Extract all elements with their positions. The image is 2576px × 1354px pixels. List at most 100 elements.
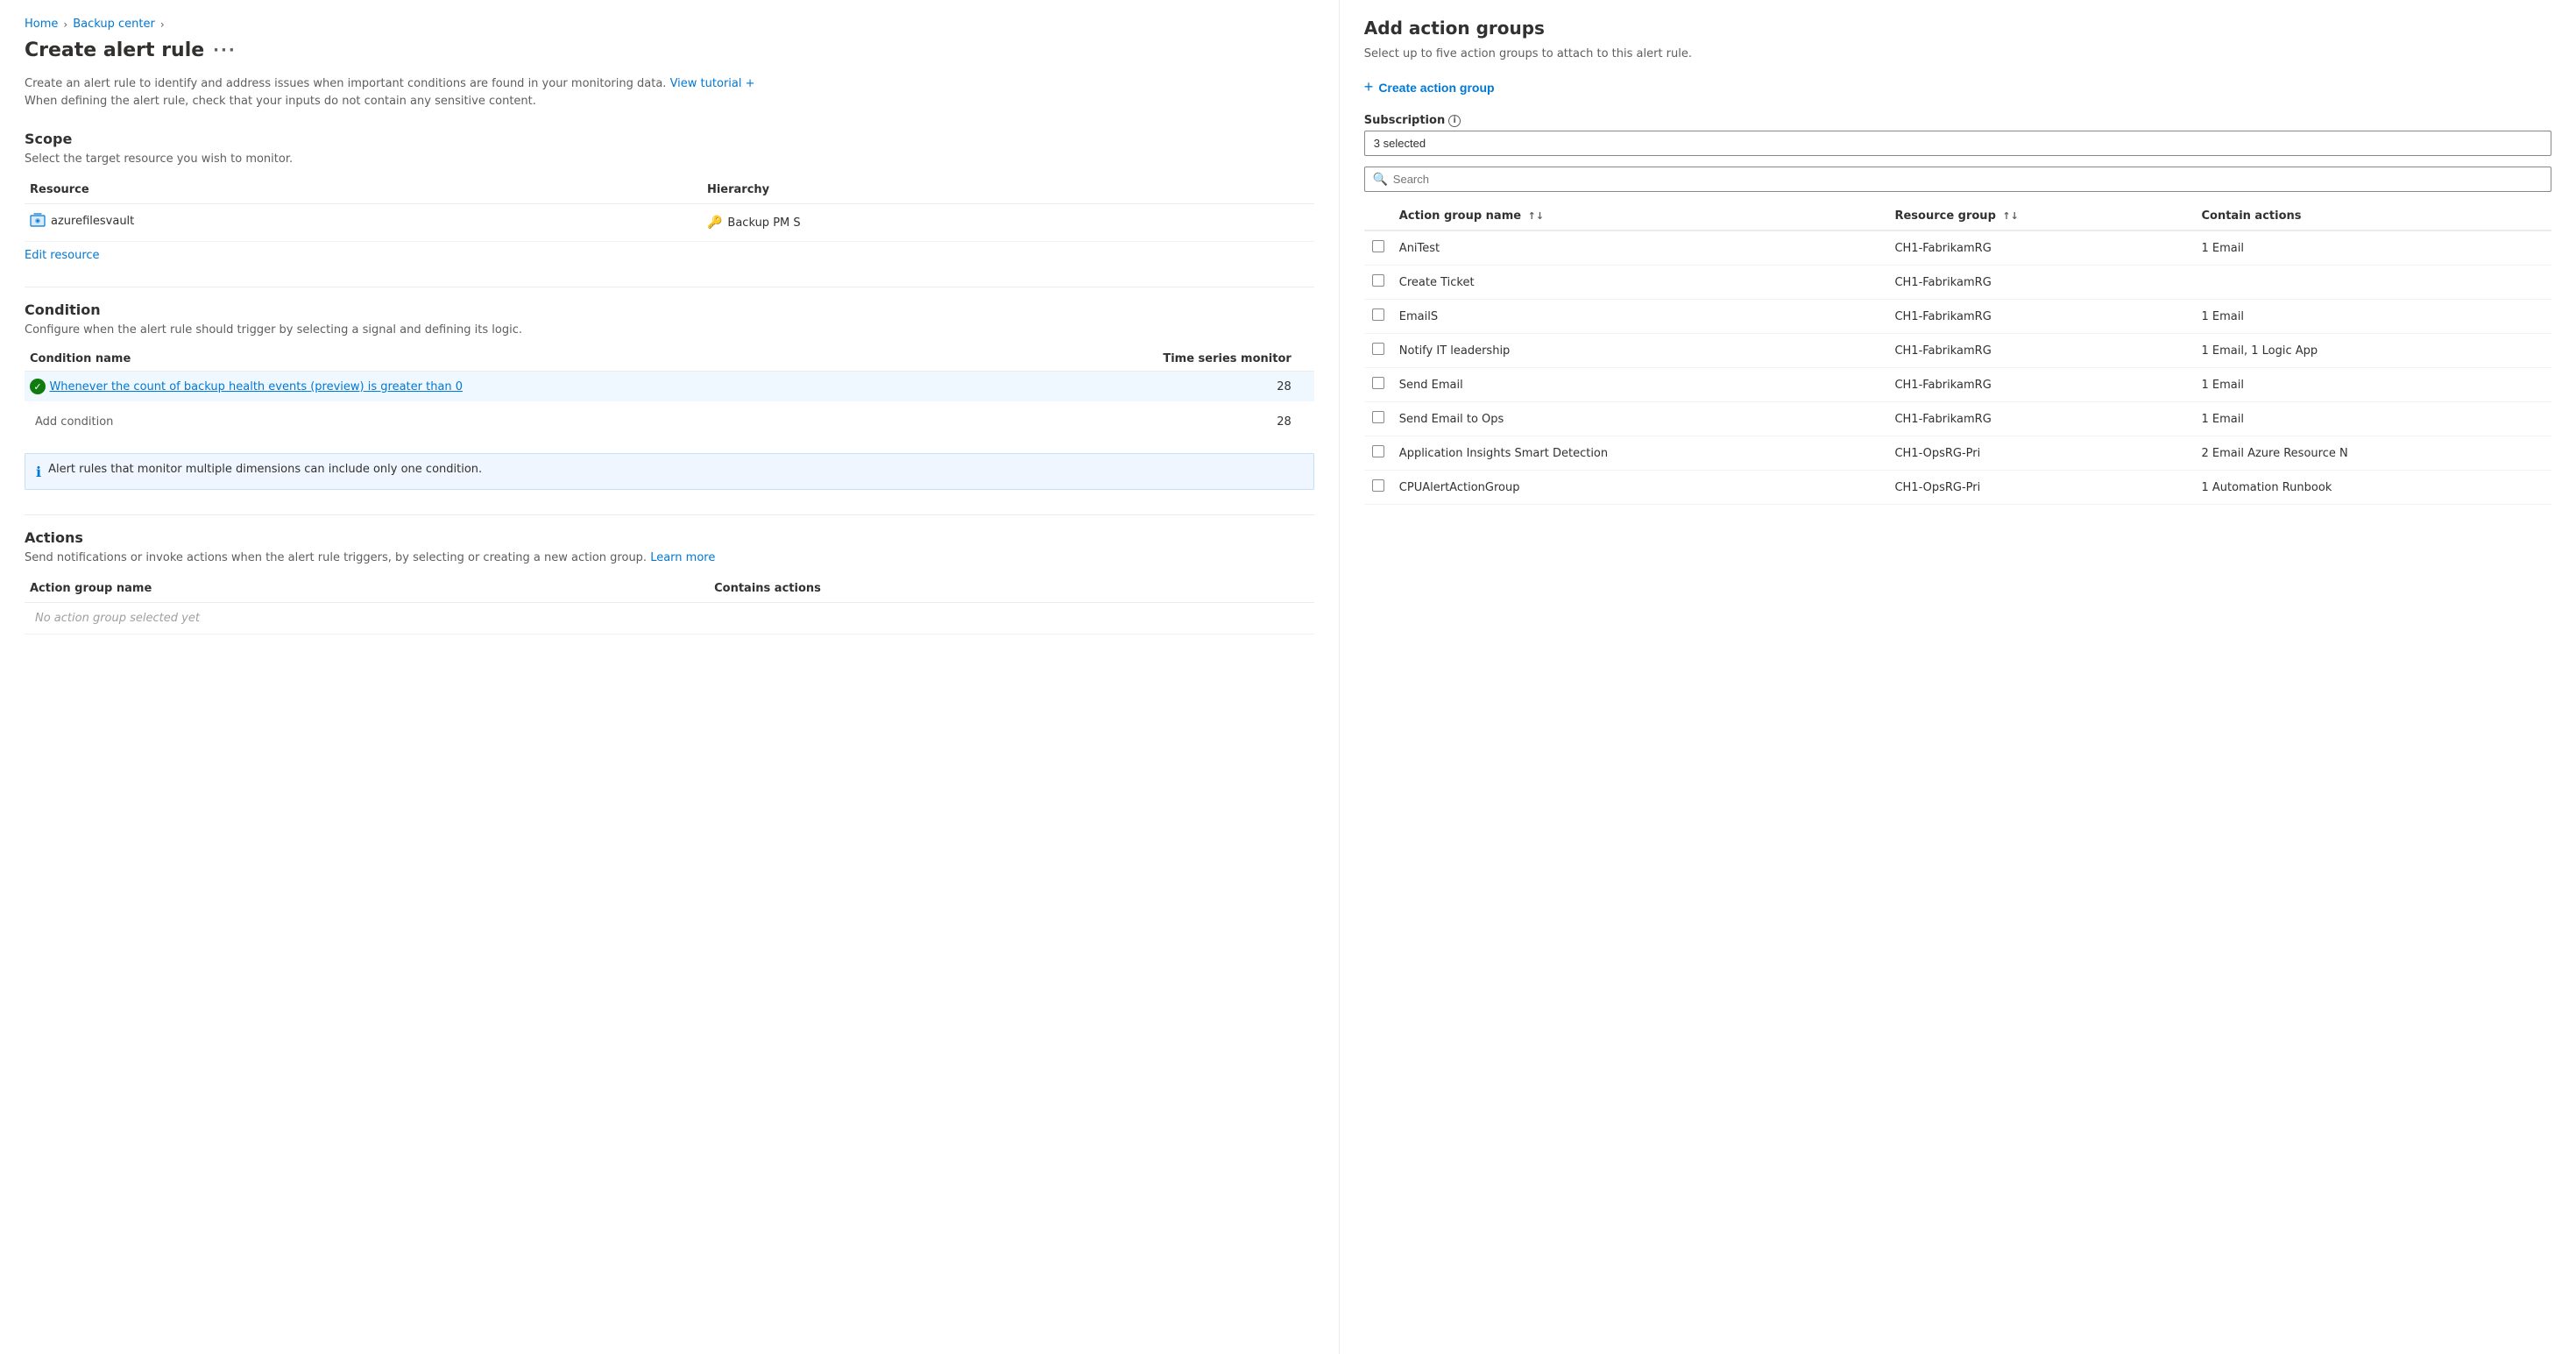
- ag-name-cell: Application Insights Smart Detection: [1392, 436, 1888, 471]
- page-description: Create an alert rule to identify and add…: [25, 75, 1314, 110]
- condition-link[interactable]: Whenever the count of backup health even…: [49, 380, 463, 393]
- ag-contains-cell: 1 Email, 1 Logic App: [2194, 334, 2551, 368]
- ag-name-cell: AniTest: [1392, 230, 1888, 266]
- breadcrumb: Home › Backup center ›: [25, 18, 1314, 31]
- ag-col-name: Action group name ↑↓: [1392, 202, 1888, 230]
- page-title-wrapper: Create alert rule ···: [25, 39, 1314, 61]
- ag-rg-cell: CH1-FabrikamRG: [1887, 230, 2194, 266]
- edit-resource-link[interactable]: Edit resource: [25, 249, 100, 262]
- check-circle-icon: [30, 379, 46, 394]
- list-item: Application Insights Smart Detection CH1…: [1364, 436, 2551, 471]
- scope-col-hierarchy: Hierarchy: [702, 176, 1314, 204]
- scope-col-resource: Resource: [25, 176, 702, 204]
- ag-rg-cell: CH1-OpsRG-Pri: [1887, 471, 2194, 505]
- search-input[interactable]: [1364, 167, 2551, 192]
- row-checkbox-2[interactable]: [1372, 308, 1384, 321]
- scope-subtitle: Select the target resource you wish to m…: [25, 152, 1314, 166]
- key-icon: 🔑: [707, 216, 722, 230]
- actions-col-contains: Contains actions: [709, 575, 1314, 603]
- subscription-info-icon[interactable]: i: [1448, 115, 1461, 127]
- ag-name-cell: Create Ticket: [1392, 266, 1888, 300]
- ag-contains-cell: 1 Email: [2194, 300, 2551, 334]
- ag-col-checkbox: [1364, 202, 1392, 230]
- row-checkbox-6[interactable]: [1372, 445, 1384, 457]
- ag-contains-cell: 1 Email: [2194, 230, 2551, 266]
- left-panel: Home › Backup center › Create alert rule…: [0, 0, 1340, 1354]
- list-item: EmailS CH1-FabrikamRG 1 Email: [1364, 300, 2551, 334]
- condition-subtitle: Configure when the alert rule should tri…: [25, 323, 1314, 337]
- list-item: Create Ticket CH1-FabrikamRG: [1364, 266, 2551, 300]
- condition-section: Condition Configure when the alert rule …: [25, 301, 1314, 490]
- breadcrumb-backup-center[interactable]: Backup center: [73, 18, 155, 31]
- ag-contains-cell: 2 Email Azure Resource N: [2194, 436, 2551, 471]
- actions-description: Send notifications or invoke actions whe…: [25, 551, 1314, 564]
- view-tutorial-link[interactable]: View tutorial +: [670, 77, 755, 90]
- info-icon: ℹ: [36, 464, 41, 480]
- list-item: CPUAlertActionGroup CH1-OpsRG-Pri 1 Auto…: [1364, 471, 2551, 505]
- page-title: Create alert rule: [25, 39, 204, 61]
- subscription-field: Subscription i: [1364, 114, 2551, 167]
- add-condition-label: Add condition: [30, 408, 118, 436]
- search-wrapper: 🔍: [1364, 167, 2551, 192]
- list-item: Send Email CH1-FabrikamRG 1 Email: [1364, 368, 2551, 402]
- name-sort-icon[interactable]: ↑↓: [1528, 210, 1544, 222]
- create-action-label: Create action group: [1378, 81, 1494, 95]
- row-checkbox-4[interactable]: [1372, 377, 1384, 389]
- subscription-input[interactable]: [1364, 131, 2551, 156]
- breadcrumb-home[interactable]: Home: [25, 18, 58, 31]
- panel-description: Select up to five action groups to attac…: [1364, 47, 2551, 60]
- learn-more-link[interactable]: Learn more: [650, 551, 715, 564]
- ag-contains-cell: 1 Email: [2194, 402, 2551, 436]
- breadcrumb-sep-1: ›: [63, 18, 67, 31]
- list-item: AniTest CH1-FabrikamRG 1 Email: [1364, 230, 2551, 266]
- condition-table-header: Condition name Time series monitor: [25, 347, 1314, 372]
- ag-name-cell: CPUAlertActionGroup: [1392, 471, 1888, 505]
- ag-name-cell: Send Email: [1392, 368, 1888, 402]
- condition-row-active[interactable]: Whenever the count of backup health even…: [25, 372, 1314, 401]
- ag-rg-cell: CH1-FabrikamRG: [1887, 300, 2194, 334]
- ag-contains-cell: 1 Automation Runbook: [2194, 471, 2551, 505]
- search-icon: 🔍: [1373, 173, 1388, 187]
- ag-name-cell: EmailS: [1392, 300, 1888, 334]
- condition-col-monitor: Time series monitor: [1163, 352, 1308, 365]
- row-checkbox-3[interactable]: [1372, 343, 1384, 355]
- row-checkbox-1[interactable]: [1372, 274, 1384, 287]
- ag-col-contains: Contain actions: [2194, 202, 2551, 230]
- table-row: azurefilesvault 🔑 Backup PM S: [25, 204, 1314, 242]
- ag-rg-cell: CH1-FabrikamRG: [1887, 402, 2194, 436]
- scope-title: Scope: [25, 131, 1314, 147]
- ag-rg-cell: CH1-FabrikamRG: [1887, 368, 2194, 402]
- row-checkbox-5[interactable]: [1372, 411, 1384, 423]
- actions-table: Action group name Contains actions No ac…: [25, 575, 1314, 634]
- add-condition-row[interactable]: Add condition 28: [25, 401, 1314, 443]
- condition-number: 28: [1277, 380, 1309, 393]
- actions-section: Actions Send notifications or invoke act…: [25, 529, 1314, 634]
- scope-table: Resource Hierarchy azurefilesvault: [25, 176, 1314, 242]
- info-box: ℹ Alert rules that monitor multiple dime…: [25, 453, 1314, 490]
- condition-title: Condition: [25, 301, 1314, 318]
- empty-state: No action group selected yet: [30, 605, 205, 632]
- table-row: No action group selected yet: [25, 603, 1314, 634]
- plus-icon: +: [1364, 78, 1374, 96]
- panel-title: Add action groups: [1364, 18, 2551, 39]
- ag-col-resource-group: Resource group ↑↓: [1887, 202, 2194, 230]
- hierarchy-value: 🔑 Backup PM S: [707, 216, 1309, 230]
- info-text: Alert rules that monitor multiple dimens…: [48, 463, 482, 476]
- actions-title: Actions: [25, 529, 1314, 546]
- scope-section: Scope Select the target resource you wis…: [25, 131, 1314, 262]
- row-checkbox-0[interactable]: [1372, 240, 1384, 252]
- right-panel: Add action groups Select up to five acti…: [1340, 0, 2576, 1354]
- ag-contains-cell: [2194, 266, 2551, 300]
- ag-name-cell: Send Email to Ops: [1392, 402, 1888, 436]
- rg-sort-icon[interactable]: ↑↓: [2002, 210, 2018, 222]
- add-condition-number: 28: [1277, 415, 1309, 429]
- condition-col-name: Condition name: [30, 352, 1163, 365]
- create-action-group-button[interactable]: + Create action group: [1364, 74, 1495, 100]
- list-item: Notify IT leadership CH1-FabrikamRG 1 Em…: [1364, 334, 2551, 368]
- action-groups-table: Action group name ↑↓ Resource group ↑↓ C…: [1364, 202, 2551, 505]
- row-checkbox-7[interactable]: [1372, 479, 1384, 492]
- page-title-menu[interactable]: ···: [213, 41, 237, 60]
- actions-col-name: Action group name: [25, 575, 709, 603]
- ag-rg-cell: CH1-OpsRG-Pri: [1887, 436, 2194, 471]
- vault-icon: [30, 213, 46, 229]
